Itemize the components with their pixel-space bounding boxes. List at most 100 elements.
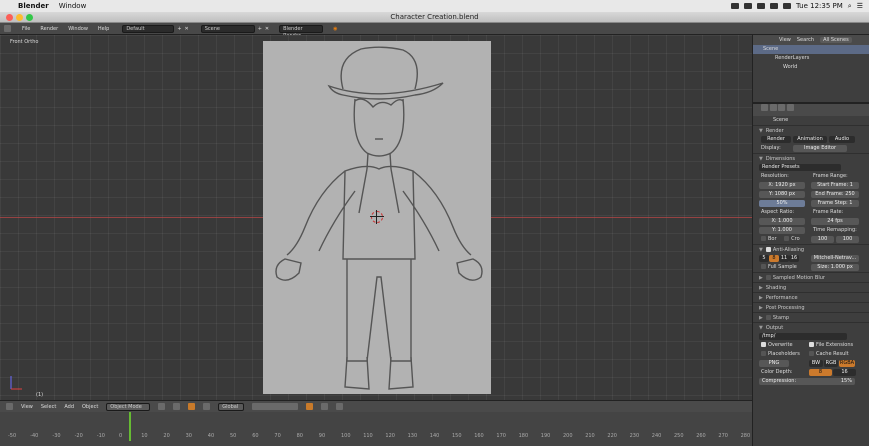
aspect-y-field[interactable]: Y: 1.000	[759, 227, 805, 234]
motion-blur-checkbox[interactable]	[765, 275, 771, 280]
panel-render-header[interactable]: ▼ Render	[753, 125, 869, 135]
menu-select[interactable]: Select	[41, 404, 56, 410]
editor-type-icon[interactable]	[6, 403, 13, 410]
screen-layout-field[interactable]: Default	[122, 24, 175, 33]
remove-layout-icon[interactable]: ✕	[185, 26, 189, 32]
cache-result-checkbox[interactable]	[809, 351, 814, 356]
border-checkbox[interactable]	[761, 236, 766, 241]
menu-window[interactable]: Window	[68, 26, 88, 32]
stamp-checkbox[interactable]	[765, 315, 771, 320]
resolution-y-field[interactable]: Y: 1080 px	[759, 191, 805, 198]
viewport-shading-icon[interactable]	[158, 403, 166, 410]
3d-viewport[interactable]: Front Ortho (1)	[0, 35, 752, 400]
minimize-window-button[interactable]	[16, 14, 23, 21]
aa-filter-select[interactable]: Mitchell-Netrav...	[811, 255, 859, 262]
add-scene-icon[interactable]: +	[258, 26, 262, 32]
overwrite-checkbox[interactable]	[761, 342, 766, 347]
display-select[interactable]: Image Editor	[793, 145, 847, 152]
snap-icon[interactable]	[321, 403, 329, 410]
tab-all-scenes[interactable]: All Scenes	[820, 37, 852, 43]
frame-rate-select[interactable]: 24 fps	[811, 218, 859, 225]
panel-shading-header[interactable]: ▶ Shading	[753, 282, 869, 292]
remap-new-field[interactable]: 100	[836, 236, 859, 243]
layers-icon[interactable]	[252, 403, 299, 410]
file-extensions-checkbox[interactable]	[809, 342, 814, 347]
aa-samples-16[interactable]: 16	[789, 255, 799, 262]
color-rgb-button[interactable]: RGB	[824, 360, 838, 367]
color-depth-16[interactable]: 16	[833, 369, 856, 376]
compression-slider[interactable]: Compression: 15%	[759, 378, 855, 385]
manipulator-icon[interactable]	[188, 403, 196, 410]
menu-window[interactable]: Window	[59, 2, 87, 10]
outliner-row-renderlayers[interactable]: RenderLayers	[753, 54, 869, 63]
status-icon[interactable]	[730, 3, 739, 9]
mode-selector[interactable]: Object Mode	[106, 402, 151, 411]
transform-orientation-field[interactable]: Global	[218, 402, 245, 411]
world-tab-icon[interactable]	[786, 104, 794, 111]
clock[interactable]: Tue 12:35 PM	[796, 2, 843, 10]
crop-checkbox[interactable]	[784, 236, 790, 241]
menu-view[interactable]: View	[21, 404, 33, 410]
remap-old-field[interactable]: 100	[811, 236, 834, 243]
tab-search[interactable]: Search	[797, 37, 814, 43]
output-path-field[interactable]: /tmp/	[759, 333, 847, 340]
file-format-select[interactable]: PNG	[759, 360, 789, 367]
wifi-icon[interactable]	[769, 3, 778, 9]
panel-output-header[interactable]: ▼ Output	[753, 322, 869, 332]
timeline-ruler[interactable]: -50 -40 -30 -20 -10 0 10 20 30 40 50 60 70 80 90 100 110…	[0, 433, 752, 441]
tab-view[interactable]: View	[779, 37, 791, 43]
panel-performance-header[interactable]: ▶ Performance	[753, 292, 869, 302]
menu-add[interactable]: Add	[64, 404, 74, 410]
aa-samples-8[interactable]: 8	[769, 255, 779, 262]
start-frame-field[interactable]: Start Frame: 1	[811, 182, 859, 189]
color-rgba-button[interactable]: RGBA	[839, 360, 855, 367]
color-depth-8[interactable]: 8	[809, 369, 832, 376]
remove-scene-icon[interactable]: ✕	[265, 26, 269, 32]
aa-samples-11[interactable]: 11	[779, 255, 789, 262]
editor-type-icon[interactable]	[4, 25, 11, 32]
add-layout-icon[interactable]: +	[177, 26, 181, 32]
aspect-x-field[interactable]: X: 1.000	[759, 218, 805, 225]
menu-list-icon[interactable]: ☰	[857, 2, 863, 10]
search-icon[interactable]: ⌕	[848, 2, 852, 11]
audio-button[interactable]: Audio	[829, 136, 855, 143]
close-window-button[interactable]	[6, 14, 13, 21]
render-button[interactable]: Render	[761, 136, 791, 143]
frame-step-field[interactable]: Frame Step: 1	[811, 200, 859, 207]
status-icon[interactable]	[756, 3, 765, 9]
outliner-row-world[interactable]: World	[753, 63, 869, 72]
menu-object[interactable]: Object	[82, 404, 98, 410]
app-menu-blender[interactable]: Blender	[18, 2, 49, 10]
render-presets-select[interactable]: Render Presets	[759, 164, 841, 171]
end-frame-field[interactable]: End Frame: 250	[811, 191, 859, 198]
3d-cursor-icon[interactable]	[370, 210, 384, 224]
panel-stamp-header[interactable]: ▶ Stamp	[753, 312, 869, 322]
aa-size-field[interactable]: Size: 1.000 px	[811, 264, 859, 271]
zoom-window-button[interactable]	[26, 14, 33, 21]
full-sample-checkbox[interactable]	[761, 264, 766, 269]
menu-help[interactable]: Help	[98, 26, 109, 32]
battery-icon[interactable]	[782, 3, 791, 9]
scene-tab-icon[interactable]	[778, 104, 786, 111]
aa-samples-5[interactable]: 5	[759, 255, 769, 262]
placeholders-checkbox[interactable]	[761, 351, 766, 356]
menu-file[interactable]: File	[22, 26, 30, 32]
timeline[interactable]: -50 -40 -30 -20 -10 0 10 20 30 40 50 60 70 80 90 100 110…	[0, 412, 752, 446]
menu-render[interactable]: Render	[40, 26, 58, 32]
render-tab-icon[interactable]	[761, 104, 768, 111]
panel-antialiasing-header[interactable]: ▼ Anti-Aliasing	[753, 244, 869, 254]
render-engine-field[interactable]: Blender Render	[279, 24, 324, 39]
panel-dimensions-header[interactable]: ▼ Dimensions	[753, 153, 869, 163]
antialiasing-checkbox[interactable]	[765, 247, 771, 252]
status-icon[interactable]	[743, 3, 752, 9]
resolution-percentage-slider[interactable]: 50%	[759, 200, 805, 207]
outliner-row-scene[interactable]: Scene	[753, 45, 869, 54]
scene-field[interactable]: Scene	[200, 24, 255, 33]
render-layers-tab-icon[interactable]	[769, 104, 777, 111]
pivot-point-icon[interactable]	[173, 403, 181, 410]
animation-button[interactable]: Animation	[793, 136, 827, 143]
resolution-x-field[interactable]: X: 1920 px	[759, 182, 805, 189]
color-bw-button[interactable]: BW	[809, 360, 823, 367]
panel-motion-blur-header[interactable]: ▶ Sampled Motion Blur	[753, 272, 869, 282]
translate-icon[interactable]	[203, 403, 211, 410]
